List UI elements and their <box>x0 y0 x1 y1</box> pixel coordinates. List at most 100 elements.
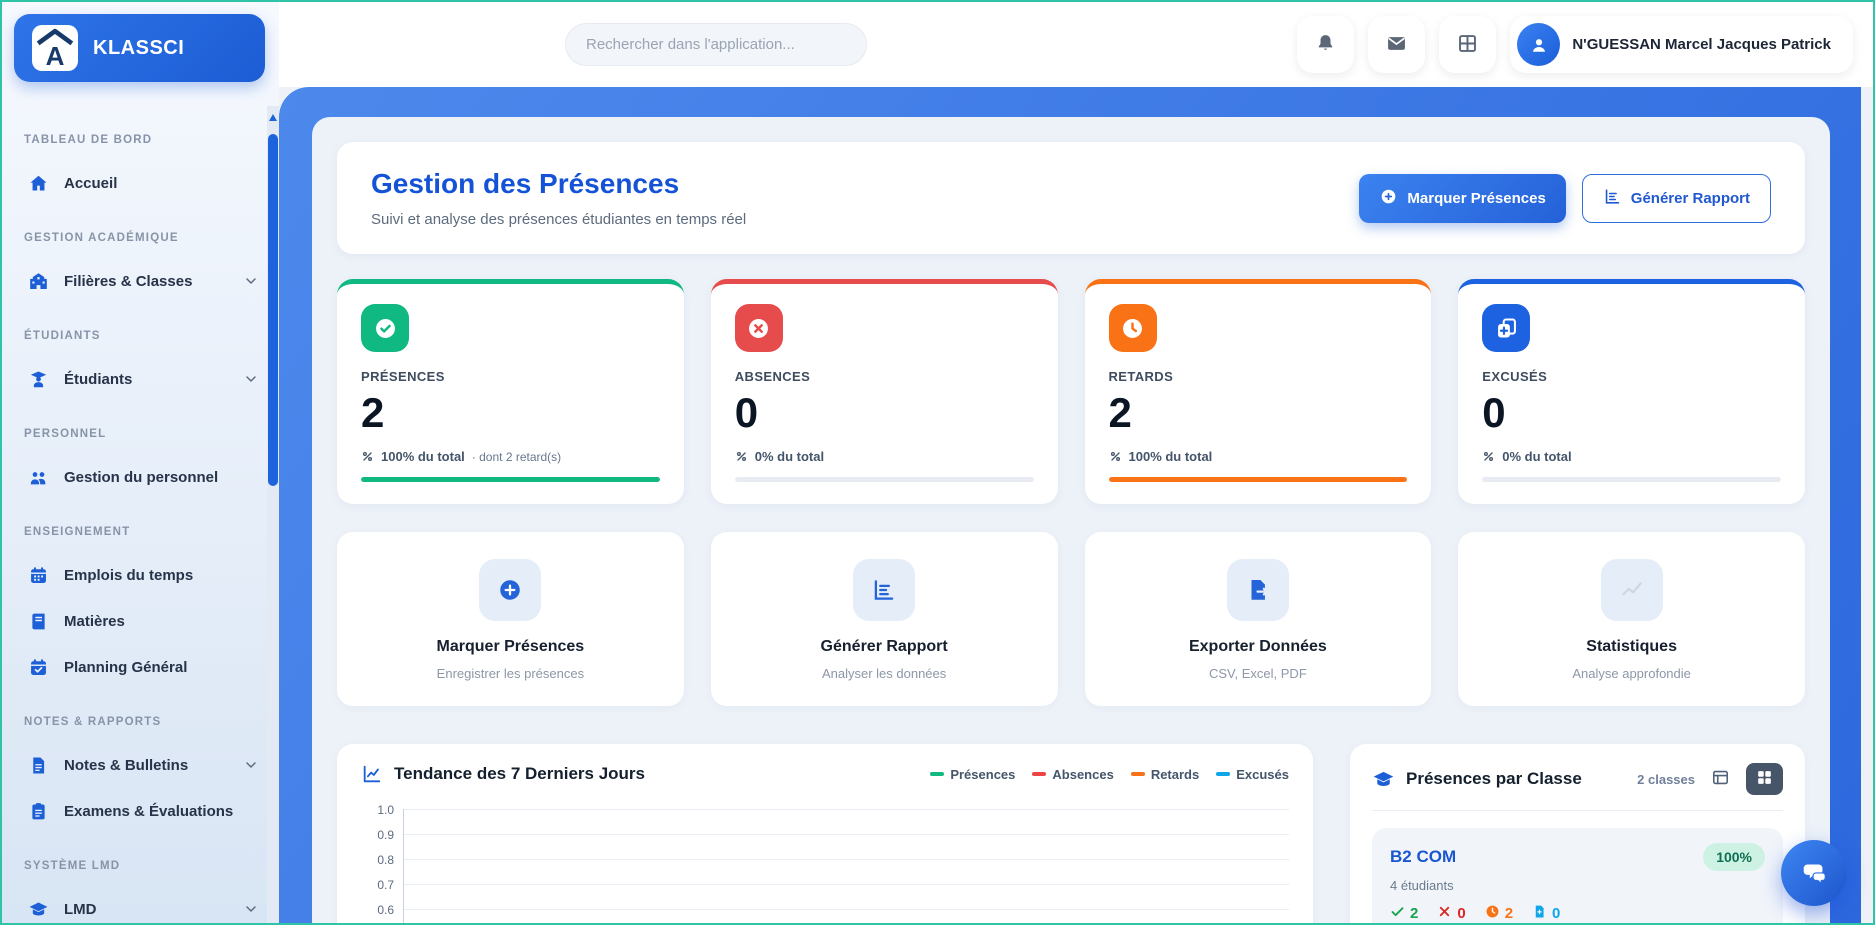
page-subtitle: Suivi et analyse des présences étudiante… <box>371 211 746 228</box>
counter-value: 0 <box>1552 905 1560 922</box>
generer-rapport-button[interactable]: Générer Rapport <box>1582 174 1771 223</box>
app-logo-icon: A <box>32 25 78 71</box>
percent-icon <box>735 450 748 463</box>
action-subtitle: Analyser les données <box>731 666 1038 681</box>
chart-line-icon <box>361 763 383 785</box>
sidebar: A KLASSCI TABLEAU DE BORD Accueil GESTIO… <box>2 2 279 923</box>
action-subtitle: Enregistrer les présences <box>357 666 664 681</box>
sidebar-item-planning-general[interactable]: Planning Général <box>2 644 279 690</box>
legend-label: Absences <box>1052 767 1113 782</box>
student-icon <box>28 369 49 390</box>
content-panel: Gestion des Présences Suivi et analyse d… <box>312 117 1830 923</box>
stat-percent-text: 100% du total <box>1129 449 1213 464</box>
legend-excuses[interactable]: Excusés <box>1216 767 1289 782</box>
book-icon <box>28 611 49 632</box>
sidebar-nav: TABLEAU DE BORD Accueil GESTION ACADÉMIQ… <box>2 134 279 925</box>
chat-fab-button[interactable] <box>1781 840 1847 906</box>
scrollbar-up-arrow[interactable] <box>269 114 277 121</box>
stats-icon <box>1601 559 1663 621</box>
chevron-down-icon <box>243 901 259 917</box>
absent-counter: 0 <box>1437 904 1465 923</box>
action-statistiques[interactable]: Statistiques Analyse approfondie <box>1458 532 1805 706</box>
stat-percent-text: 0% du total <box>755 449 824 464</box>
grid-view-button[interactable] <box>1746 763 1783 795</box>
content-frame: Gestion des Présences Suivi et analyse d… <box>279 87 1861 923</box>
bar-chart-icon <box>1603 187 1622 210</box>
sidebar-item-filieres-classes[interactable]: Filières & Classes <box>2 258 279 304</box>
sidebar-item-etudiants[interactable]: Étudiants <box>2 356 279 402</box>
home-icon <box>28 173 49 194</box>
marquer-presences-button[interactable]: Marquer Présences <box>1359 174 1565 223</box>
stat-progress-track <box>1109 477 1408 482</box>
notifications-button[interactable] <box>1297 16 1354 73</box>
school-icon <box>28 271 49 292</box>
action-marquer-presences[interactable]: Marquer Présences Enregistrer les présen… <box>337 532 684 706</box>
stat-progress-fill <box>361 477 660 482</box>
clipboard-icon <box>28 801 49 822</box>
legend-absences[interactable]: Absences <box>1032 767 1113 782</box>
graduation-cap-icon <box>1372 768 1395 791</box>
class-counters: 2 0 2 <box>1390 904 1765 923</box>
chevron-down-icon <box>243 371 259 387</box>
sidebar-item-label: Planning Général <box>64 659 187 676</box>
legend-presences[interactable]: Présences <box>930 767 1015 782</box>
action-subtitle: Analyse approfondie <box>1478 666 1785 681</box>
action-generer-rapport[interactable]: Générer Rapport Analyser les données <box>711 532 1058 706</box>
sidebar-scrollbar[interactable] <box>267 106 279 923</box>
button-label: Marquer Présences <box>1407 190 1545 207</box>
section-label-academique: GESTION ACADÉMIQUE <box>2 232 279 244</box>
apps-button[interactable] <box>1439 16 1496 73</box>
stat-value: 0 <box>1482 392 1781 434</box>
sidebar-scrollbar-thumb[interactable] <box>268 134 278 486</box>
sidebar-item-notes-bulletins[interactable]: Notes & Bulletins <box>2 742 279 788</box>
y-tick: 0.8 <box>361 853 394 878</box>
list-view-button[interactable] <box>1707 764 1734 794</box>
grid-icon <box>1456 32 1479 58</box>
legend-swatch <box>930 772 944 776</box>
messages-button[interactable] <box>1368 16 1425 73</box>
chart-legend: Présences Absences Retards <box>930 767 1289 782</box>
sidebar-item-gestion-personnel[interactable]: Gestion du personnel <box>2 454 279 500</box>
bottom-row: Tendance des 7 Derniers Jours Présences … <box>337 744 1805 923</box>
stat-label: PRÉSENCES <box>361 369 660 384</box>
action-subtitle: CSV, Excel, PDF <box>1105 666 1412 681</box>
sidebar-item-label: Gestion du personnel <box>64 469 218 486</box>
stat-percent-text: 0% du total <box>1502 449 1571 464</box>
percent-icon <box>361 450 374 463</box>
sidebar-item-matieres[interactable]: Matières <box>2 598 279 644</box>
sidebar-item-lmd[interactable]: LMD <box>2 886 279 925</box>
legend-retards[interactable]: Retards <box>1131 767 1199 782</box>
search-input[interactable] <box>565 23 867 66</box>
section-label-notes-rapports: NOTES & RAPPORTS <box>2 716 279 728</box>
stat-progress-track <box>1482 477 1781 482</box>
sidebar-item-accueil[interactable]: Accueil <box>2 160 279 206</box>
sidebar-item-examens-evaluations[interactable]: Examens & Évaluations <box>2 788 279 834</box>
y-tick: 0.6 <box>361 903 394 923</box>
legend-label: Retards <box>1151 767 1199 782</box>
sidebar-item-emplois-du-temps[interactable]: Emplois du temps <box>2 552 279 598</box>
action-title: Statistiques <box>1478 638 1785 656</box>
brand-logo[interactable]: A KLASSCI <box>14 14 265 82</box>
action-title: Générer Rapport <box>731 638 1038 656</box>
clock-icon <box>1109 304 1157 352</box>
envelope-icon <box>1385 32 1408 58</box>
graduation-cap-icon <box>28 899 49 920</box>
bell-icon <box>1314 32 1337 58</box>
counter-value: 2 <box>1410 905 1418 922</box>
sidebar-item-label: LMD <box>64 901 97 918</box>
user-menu[interactable]: N'GUESSAN Marcel Jacques Patrick <box>1510 16 1853 73</box>
x-icon <box>1437 904 1452 923</box>
page-scrollbar[interactable] <box>1861 87 1873 923</box>
stat-progress-fill <box>1109 477 1408 482</box>
counter-value: 0 <box>1457 905 1465 922</box>
y-tick: 0.7 <box>361 878 394 903</box>
section-label-systeme-lmd: SYSTÈME LMD <box>2 860 279 872</box>
x-circle-icon <box>735 304 783 352</box>
chart-plot-area: 1.0 0.9 0.8 0.7 0.6 0.5 <box>361 809 1289 923</box>
chevron-down-icon <box>243 273 259 289</box>
grid-view-icon <box>1755 768 1774 790</box>
action-exporter-donnees[interactable]: Exporter Données CSV, Excel, PDF <box>1085 532 1432 706</box>
stat-label: ABSENCES <box>735 369 1034 384</box>
class-item-b2-com[interactable]: B2 COM 100% 4 étudiants 2 <box>1372 828 1783 923</box>
sidebar-item-label: Emplois du temps <box>64 567 193 584</box>
